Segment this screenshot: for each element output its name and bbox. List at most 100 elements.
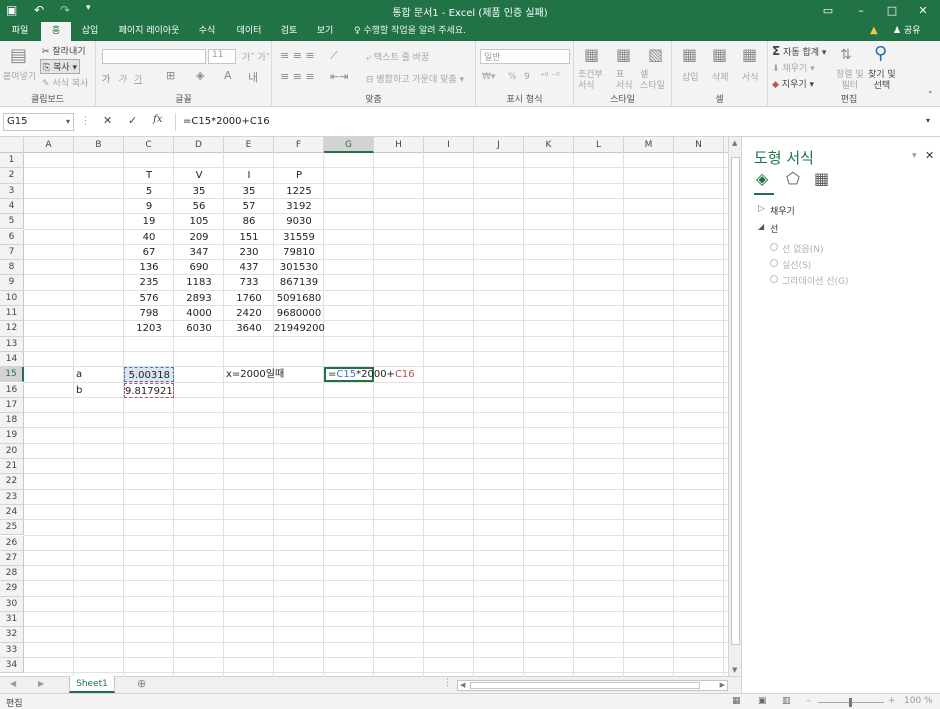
row-header[interactable]: 21 [0, 459, 24, 475]
cell-F12[interactable]: 21949200 [274, 321, 325, 336]
name-box[interactable]: G15 ▾ [3, 113, 74, 131]
zoom-in-icon[interactable]: + [888, 696, 896, 706]
find-select-button[interactable]: 찾기 및 선택 [868, 70, 896, 92]
cell-E2[interactable]: I [224, 168, 274, 183]
scroll-left-icon[interactable]: ◀ [460, 681, 465, 689]
underline-button[interactable]: 가 [134, 72, 142, 85]
font-size-box[interactable]: 11 [208, 49, 236, 64]
solid-line-radio[interactable] [770, 259, 778, 267]
tab-review[interactable]: 검토 [274, 22, 304, 41]
sort-filter-icon[interactable]: ⇅ [840, 47, 852, 63]
number-format-box[interactable]: 일반 [480, 49, 570, 64]
cell-F7[interactable]: 79810 [274, 245, 324, 260]
fill-section[interactable]: 채우기 [770, 204, 795, 217]
cell-B15[interactable]: a [74, 367, 124, 382]
clear-button[interactable]: ◆ 지우기 ▾ [772, 77, 814, 90]
comma-button[interactable]: 9 [524, 72, 530, 82]
enter-button[interactable]: ✓ [128, 114, 137, 127]
cell-E8[interactable]: 437 [224, 260, 274, 275]
cell-E4[interactable]: 57 [224, 199, 274, 214]
cell-E6[interactable]: 151 [224, 230, 274, 245]
vertical-scroll-thumb[interactable] [731, 157, 740, 645]
indent-icon[interactable]: ⇤⇥ [330, 70, 348, 83]
row-header[interactable]: 23 [0, 489, 24, 505]
row-header[interactable]: 14 [0, 351, 24, 368]
row-header[interactable]: 27 [0, 550, 24, 567]
cell-C11[interactable]: 798 [124, 306, 174, 321]
column-header-e[interactable]: E [224, 137, 274, 153]
conditional-format-button[interactable]: 조건부 서식 [578, 70, 603, 92]
fill-expand-icon[interactable]: ▷ [758, 204, 765, 214]
cell-F3[interactable]: 1225 [274, 184, 324, 199]
cell-styles-icon[interactable]: ▧ [648, 45, 663, 64]
cell-D7[interactable]: 347 [174, 245, 224, 260]
tab-data[interactable]: 데이터 [230, 22, 268, 41]
format-table-button[interactable]: 표 서식 [616, 70, 633, 92]
row-header[interactable]: 19 [0, 428, 24, 444]
cell-F2[interactable]: P [274, 168, 324, 183]
cell-C6[interactable]: 40 [124, 230, 174, 245]
merge-center-button[interactable]: ⊟ 병합하고 가운데 맞춤 ▾ [366, 72, 464, 85]
row-header[interactable]: 1 [0, 153, 24, 169]
cell-D2[interactable]: V [174, 168, 224, 183]
tell-me-search[interactable]: ♀ 수행할 작업을 알려 주세요. [354, 22, 466, 41]
cell-C12[interactable]: 1203 [124, 321, 174, 336]
row-header[interactable]: 16 [0, 382, 24, 398]
sort-filter-button[interactable]: 정렬 및 필터 [836, 70, 864, 92]
row-header[interactable]: 29 [0, 581, 24, 597]
cell-F6[interactable]: 31559 [274, 230, 324, 245]
align-left-icon[interactable]: ≡ ≡ ≡ [280, 70, 315, 83]
worksheet-grid[interactable]: ABCDEFGHIJKLMN 1 2 3 4 5 6 7 8 9 10 11 12 13 14 15 16 17… [0, 137, 741, 676]
vertical-scrollbar[interactable]: ▲ ▼ [728, 137, 741, 676]
minimize-button[interactable]: – [846, 0, 876, 22]
pane-options-icon[interactable]: ▾ [912, 151, 917, 161]
cell-E9[interactable]: 733 [224, 275, 274, 290]
cell-D5[interactable]: 105 [174, 214, 224, 229]
phonetic-icon[interactable]: 내 [248, 69, 258, 85]
fill-line-icon[interactable]: ◈ [756, 169, 768, 188]
paste-button[interactable]: 붙여넣기 [3, 69, 36, 82]
row-header[interactable]: 18 [0, 413, 24, 429]
cell-E7[interactable]: 230 [224, 245, 274, 260]
row-header[interactable]: 3 [0, 183, 24, 199]
format-cells-icon[interactable]: ▦ [742, 45, 757, 64]
horizontal-scroll-thumb[interactable] [470, 682, 700, 689]
expand-formula-icon[interactable]: ▾ [926, 116, 930, 125]
warning-icon[interactable]: ▲ [870, 25, 878, 36]
row-header[interactable]: 10 [0, 290, 24, 306]
row-header[interactable]: 13 [0, 336, 24, 352]
autosum-button[interactable]: Σ 자동 합계 ▾ [772, 44, 826, 58]
cell-C15[interactable]: 5.00318 [124, 367, 174, 383]
format-cells-button[interactable]: 서식 [742, 70, 759, 83]
cell-C9[interactable]: 235 [124, 275, 174, 290]
wrap-text-button[interactable]: ⤶ 텍스트 줄 바꿈 [366, 50, 429, 63]
cell-E15[interactable]: x=2000일때 [224, 367, 284, 382]
cell-D4[interactable]: 56 [174, 199, 224, 214]
align-top-icon[interactable]: ≡ ≡ ≡ [280, 49, 315, 62]
close-button[interactable]: ✕ [908, 0, 938, 22]
normal-view-icon[interactable]: ▦ [732, 696, 741, 706]
row-header[interactable]: 33 [0, 642, 24, 658]
cell-D12[interactable]: 6030 [174, 321, 224, 336]
row-header[interactable]: 15 [0, 367, 24, 383]
ribbon-display-button[interactable]: ▭ [813, 0, 843, 22]
row-header[interactable]: 30 [0, 596, 24, 612]
line-section[interactable]: 선 [770, 222, 778, 235]
effects-icon[interactable]: ⬠ [786, 169, 800, 188]
page-layout-view-icon[interactable]: ▣ [758, 696, 767, 706]
column-header-n[interactable]: N [674, 137, 724, 153]
column-header-m[interactable]: M [624, 137, 674, 153]
find-icon[interactable]: ⚲ [874, 43, 887, 64]
row-header[interactable]: 17 [0, 397, 24, 414]
line-collapse-icon[interactable]: ◢ [758, 222, 764, 231]
cell-D11[interactable]: 4000 [174, 306, 224, 321]
font-name-box[interactable] [102, 49, 206, 64]
grow-font-button[interactable]: 가˄ 가˅ [242, 50, 270, 63]
column-header-f[interactable]: F [274, 137, 324, 153]
row-header[interactable]: 11 [0, 306, 24, 322]
cell-F8[interactable]: 301530 [274, 260, 324, 275]
cell-C16[interactable]: 9.817921 [124, 382, 174, 398]
split-handle-icon[interactable]: ⋮ [443, 678, 452, 688]
percent-button[interactable]: % [508, 72, 517, 82]
collapse-ribbon-icon[interactable]: ˄ [928, 91, 933, 101]
